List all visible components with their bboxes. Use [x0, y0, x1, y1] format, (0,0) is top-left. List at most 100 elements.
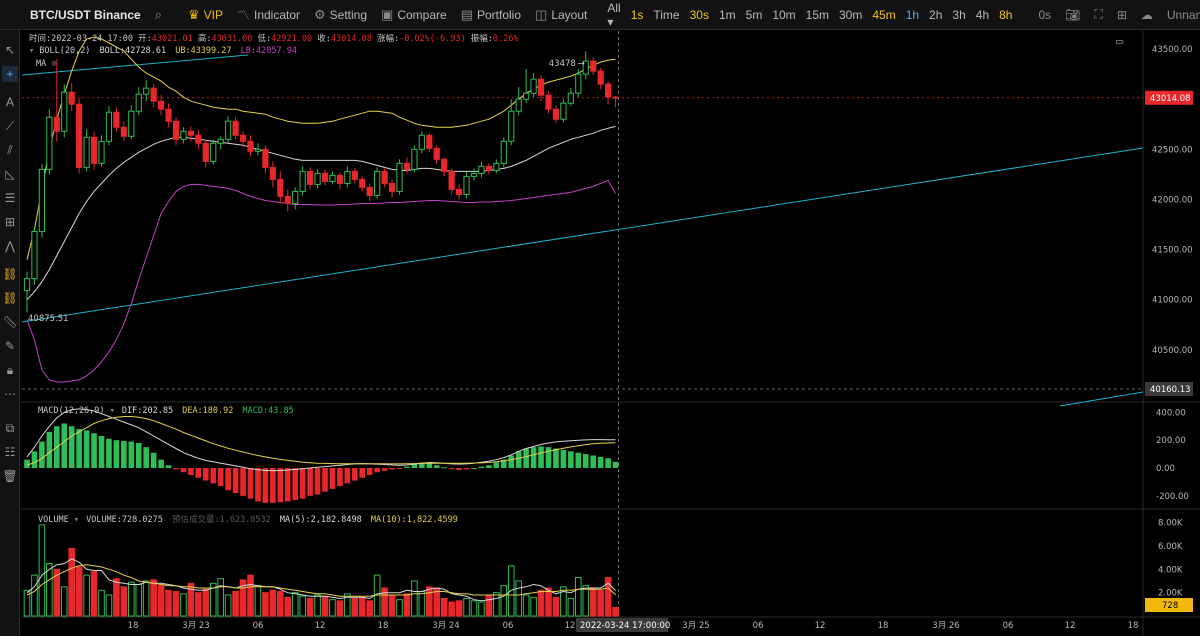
macd-histogram-bar [113, 440, 120, 469]
high-label: 高: [197, 34, 212, 44]
candle-body [195, 134, 202, 144]
time-tick-label: 12 [1065, 621, 1076, 631]
candle-body [232, 120, 239, 136]
volume-bar [470, 600, 478, 617]
candle-body [254, 148, 262, 152]
low-value: 42921.00 [271, 34, 313, 44]
macd-histogram-bar [448, 468, 455, 470]
macd-histogram-bar [284, 468, 291, 502]
candle-body [76, 103, 83, 168]
macd-histogram-bar [612, 461, 619, 469]
candle-body [359, 178, 366, 188]
volume-bar [597, 589, 604, 617]
ma-legend: MA ⊘ [36, 59, 57, 69]
time-value: 2022-03-24 17:00 [51, 34, 134, 44]
candle-body [105, 111, 113, 142]
volume-bar [247, 574, 254, 617]
macd-histogram-bar [180, 468, 187, 473]
macd-tick-label: -200.00 [1156, 492, 1189, 502]
volume-tick-label: 4.00K [1158, 565, 1183, 575]
candle-body [61, 91, 68, 132]
volume-bar [530, 596, 537, 617]
volume-bar [165, 589, 172, 617]
dif-value: DIF:202.85 [121, 406, 174, 416]
candle-body [135, 93, 142, 112]
macd-histogram-bar [568, 451, 574, 469]
macd-tick-label: 400.00 [1156, 408, 1186, 418]
chevron-down-icon[interactable]: ▾ [69, 515, 84, 525]
candle-body [515, 98, 522, 112]
volume-tick-label: 2.00K [1158, 589, 1183, 599]
volume-bar [90, 571, 98, 617]
macd-histogram-bar [39, 441, 45, 469]
macd-histogram-bar [98, 436, 105, 469]
macd-histogram-bar [441, 467, 447, 469]
candle-body [239, 134, 247, 142]
high-marker-label: 43478 [549, 59, 576, 69]
macd-histogram-bar [433, 465, 440, 469]
chart-canvas[interactable]: 40500.00 41000.00 41500.00 42000.00 42500.00… [0, 0, 1200, 636]
price-tick-label: 40500.00 [1152, 346, 1193, 356]
macd-histogram-bar [173, 468, 179, 470]
candle-body [46, 116, 53, 170]
boll-legend: ▾ BOLL(20,2) BOLL:42728.61 UB:43399.27 L… [29, 46, 297, 56]
volume-bar [582, 585, 590, 617]
volume-legend: VOLUME ▾ VOLUME:728.0275 预估成交量:1,623.853… [38, 513, 458, 525]
volume-bar [418, 591, 426, 617]
volume-bar [31, 574, 38, 617]
macd-histogram-bar [463, 468, 470, 470]
boll-upper-value: UB:43399.27 [175, 46, 232, 56]
chevron-down-icon[interactable]: ▾ [29, 46, 39, 56]
macd-histogram-bar [232, 468, 239, 494]
collapse-pane-icon[interactable]: ▭ [1116, 34, 1123, 48]
volume-bar [329, 599, 336, 617]
volume-bar [180, 593, 187, 617]
candle-body [470, 172, 478, 177]
volume-bar [187, 582, 195, 617]
volume-bar [172, 591, 180, 617]
macd-histogram-bar [352, 468, 358, 481]
macd-histogram-bar [486, 465, 492, 469]
candle-body [530, 78, 537, 94]
volume-bar [113, 578, 120, 617]
macd-histogram-bar [217, 468, 224, 487]
candle-body [314, 172, 321, 185]
time-label: 时间: [29, 34, 52, 44]
hidden-eye-icon[interactable]: ⊘ [51, 59, 56, 69]
macd-histogram-bar [31, 451, 38, 469]
macd-histogram-bar [493, 462, 500, 469]
volume-bar [545, 587, 552, 617]
boll-upper-line [26, 36, 616, 260]
macd-histogram-bar [61, 423, 68, 469]
macd-histogram-bar [247, 468, 254, 499]
macd-histogram-bar [270, 468, 276, 503]
candle-body [113, 111, 120, 128]
macd-histogram-bar [545, 447, 552, 469]
price-tick-label: 41500.00 [1152, 246, 1193, 256]
macd-histogram-bar [165, 465, 172, 469]
time-tick-label: 3月 23 [182, 621, 209, 631]
volume-bar [485, 594, 493, 617]
high-value: 43031.00 [211, 34, 253, 44]
macd-histogram-bar [329, 468, 336, 489]
open-value: 43021.01 [151, 34, 193, 44]
candle-body [567, 92, 574, 104]
candle-body [165, 108, 172, 122]
price-tick-label: 42000.00 [1152, 195, 1193, 205]
volume-bar [83, 574, 90, 617]
chevron-down-icon[interactable]: ▾ [105, 406, 120, 416]
candle-body [120, 126, 127, 137]
macd-histogram-bar [143, 447, 149, 469]
volume-bar [440, 598, 448, 617]
macd-histogram-bar [456, 468, 462, 471]
volume-bar [388, 594, 396, 617]
macd-histogram-bar [337, 468, 343, 487]
candle-body [307, 170, 314, 185]
time-tick-label: 18 [128, 621, 139, 631]
volume-bar [291, 592, 299, 617]
candle-body [590, 60, 597, 72]
candle-body [247, 140, 254, 152]
macd-histogram-bar [478, 466, 485, 469]
close-value: 43014.08 [330, 34, 372, 44]
candle-body [269, 166, 276, 180]
